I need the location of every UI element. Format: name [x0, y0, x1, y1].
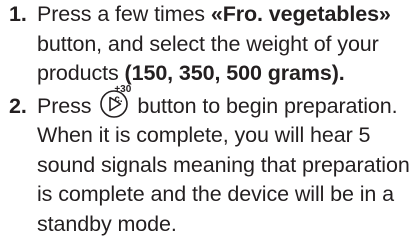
step-line: products (150, 350, 500 grams). [37, 59, 414, 89]
step-text: button to begin preparation. [137, 93, 398, 118]
step-line: is complete and the device will be in a [37, 182, 395, 206]
step-text: Press a few times [37, 2, 211, 26]
plus-30-label: +30 c. [114, 83, 132, 105]
step-line: Press a few times «Fro. vegetables» [37, 0, 414, 30]
step-line: standby mode. [37, 211, 177, 236]
step-text: Press [37, 93, 98, 118]
step-text: products [37, 61, 125, 85]
start-play-icon: +30 c. [99, 84, 137, 118]
step-line: Press +30 c. button to begin preparation. [37, 84, 414, 122]
step-line: button, and select the weight of your [37, 31, 379, 56]
step-number: 2. [9, 93, 27, 118]
instruction-step-2: 2. Press +30 c. button to begin preparati… [0, 84, 414, 240]
instruction-list: 1. Press a few times «Fro. vegetables» b… [0, 0, 414, 239]
step-number: 1. [9, 2, 27, 26]
step-line: When it is complete, you will hear 5 [37, 123, 371, 147]
step-line: sound signals meaning that preparation [37, 152, 410, 177]
instruction-step-1: 1. Press a few times «Fro. vegetables» b… [0, 0, 414, 89]
button-name-fro-vegetables: «Fro. vegetables» [210, 2, 391, 26]
weight-options: (150, 350, 500 grams). [124, 61, 345, 85]
